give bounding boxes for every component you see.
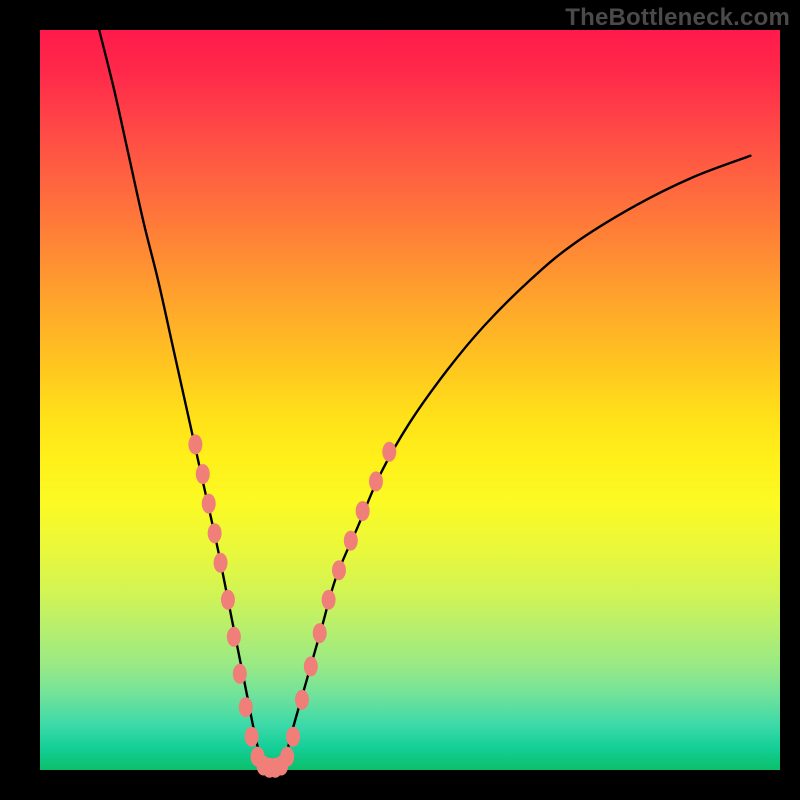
bead <box>208 523 222 543</box>
bead <box>239 697 253 717</box>
bead <box>369 471 383 491</box>
bead <box>313 623 327 643</box>
bead <box>221 590 235 610</box>
plot-area <box>40 30 780 770</box>
bead <box>295 690 309 710</box>
bead <box>214 553 228 573</box>
bead <box>227 627 241 647</box>
bead <box>322 590 336 610</box>
bead <box>188 434 202 454</box>
bottleneck-curve <box>99 30 750 771</box>
bead <box>286 727 300 747</box>
plot-overlay <box>40 30 780 770</box>
bead <box>304 656 318 676</box>
bead <box>196 464 210 484</box>
bead <box>202 494 216 514</box>
bead <box>332 560 346 580</box>
chart-frame: TheBottleneck.com <box>0 0 800 800</box>
bead <box>245 727 259 747</box>
watermark-text: TheBottleneck.com <box>565 4 790 32</box>
bead <box>344 531 358 551</box>
bead <box>356 501 370 521</box>
bead <box>233 664 247 684</box>
bead <box>382 442 396 462</box>
bead <box>280 747 294 767</box>
